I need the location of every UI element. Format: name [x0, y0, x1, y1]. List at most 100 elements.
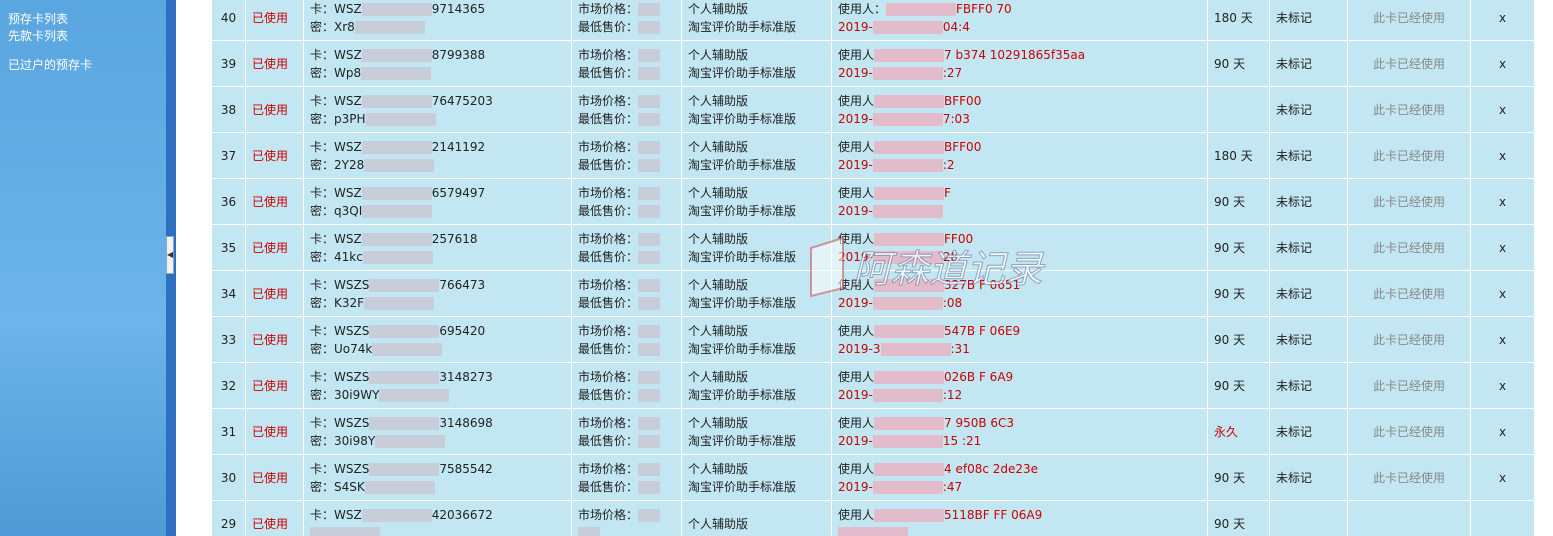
row-id: 38 [211, 86, 246, 133]
user-label: 使用人 [838, 139, 875, 154]
user-id: 026B F 6A9 [944, 369, 1014, 384]
used-status [1347, 500, 1471, 536]
delete-button[interactable]: x [1470, 362, 1535, 409]
user-label: 使用人 [838, 369, 875, 384]
delete-button[interactable] [1470, 500, 1535, 536]
product-edition: 个人辅助版 [688, 139, 749, 154]
min-price-label: 最低售价： [578, 203, 639, 218]
card-number-prefix: 卡：WSZS [310, 461, 370, 476]
card-password: 密：Xr8 [310, 19, 355, 34]
use-date: 2019-3 [838, 341, 881, 356]
user-info: 使用人 BFF00 2019- 7:03 [831, 86, 1208, 133]
use-date: 2019- [838, 387, 873, 402]
user-info: 使用人 FF00 2019- 28 [831, 224, 1208, 271]
mark-status: 未标记 [1269, 178, 1348, 225]
nav-item-transferred-cards[interactable]: 已过户的预存卡 [0, 51, 166, 80]
status-badge: 已使用 [245, 40, 304, 87]
row-id: 32 [211, 362, 246, 409]
collapse-arrow-icon[interactable]: ◀ [166, 236, 174, 274]
use-time: :12 [942, 387, 963, 402]
use-time: 15 :21 [942, 433, 982, 448]
table-row: 33 已使用 卡：WSZS 695420 密：Uo74k 市场价格： 最低售价： 个人辅助版淘… [211, 316, 1535, 363]
user-label: 使用人 [838, 47, 875, 62]
product-name: 淘宝评价助手标准版 [688, 157, 797, 172]
card-info: 卡：WSZ 6579497 密：q3QI [303, 178, 572, 225]
card-number-suffix: 9714365 [431, 1, 486, 16]
status-badge: 已使用 [245, 500, 304, 536]
delete-button[interactable]: x [1470, 316, 1535, 363]
duration: 90 天 [1207, 362, 1270, 409]
user-label: 使用人 [838, 185, 875, 200]
use-date: 2019- [838, 249, 873, 264]
delete-button[interactable]: x [1470, 40, 1535, 87]
mark-status: 未标记 [1269, 40, 1348, 87]
market-price-label: 市场价格： [578, 415, 639, 430]
use-time: :2 [942, 157, 955, 172]
user-label: 使用人 [838, 507, 875, 522]
product-info: 个人辅助版 淘宝评价助手标准版 [681, 454, 832, 501]
market-price-label: 市场价格： [578, 277, 639, 292]
user-label: 使用人 [838, 277, 875, 292]
mark-status: 未标记 [1269, 224, 1348, 271]
user-label: 使用人 [838, 415, 875, 430]
card-number-suffix: 2141192 [431, 139, 486, 154]
delete-button[interactable]: x [1470, 86, 1535, 133]
duration: 90 天 [1207, 500, 1270, 536]
product-info: 个人辅助版 淘宝评价助手标准版 [681, 40, 832, 87]
user-id: 547B F 06E9 [944, 323, 1021, 338]
use-time: :27 [942, 65, 963, 80]
row-id: 30 [211, 454, 246, 501]
delete-button[interactable]: x [1470, 454, 1535, 501]
product-edition: 个人辅助版 [688, 93, 749, 108]
product-edition: 个人辅助版 [688, 461, 749, 476]
user-info: 使用人 F 2019- [831, 178, 1208, 225]
used-status: 此卡已经使用 [1347, 316, 1471, 363]
min-price-label: 最低售价： [578, 295, 639, 310]
row-id: 37 [211, 132, 246, 179]
product-name: 淘宝评价助手标准版 [688, 111, 797, 126]
product-name: 淘宝评价助手标准版 [688, 295, 797, 310]
use-date: 2019- [838, 65, 873, 80]
product-info: 个人辅助版 淘宝评价助手标准版 [681, 0, 832, 41]
price-info: 市场价格： 最低售价： [571, 454, 682, 501]
product-edition: 个人辅助版 [688, 47, 749, 62]
card-password: 密：Uo74k [310, 341, 373, 356]
user-info: 使用人 4 ef08c 2de23e 2019-:47 [831, 454, 1208, 501]
min-price-label: 最低售价： [578, 479, 639, 494]
price-info: 市场价格： 最低售价： [571, 270, 682, 317]
used-status: 此卡已经使用 [1347, 86, 1471, 133]
delete-button[interactable]: x [1470, 178, 1535, 225]
card-number-suffix: 42036672 [431, 507, 493, 522]
user-info: 使用人： FBFF0 70 2019- 04:4 [831, 0, 1208, 41]
nav-item-advance-cards[interactable]: 先款卡列表 [0, 22, 166, 51]
user-id: FBFF0 70 [956, 1, 1012, 16]
price-info: 市场价格： 最低售价： [571, 362, 682, 409]
nav-item-prepaid-cards[interactable]: 预存卡列表 [0, 0, 166, 26]
price-info: 市场价格： 最低售价： [571, 86, 682, 133]
market-price-label: 市场价格： [578, 461, 639, 476]
product-edition: 个人辅助版 [688, 185, 749, 200]
card-info: 卡：WSZ 42036672 [303, 500, 572, 536]
product-info: 个人辅助版 [681, 500, 832, 536]
used-status: 此卡已经使用 [1347, 40, 1471, 87]
used-status: 此卡已经使用 [1347, 362, 1471, 409]
min-price-label: 最低售价： [578, 65, 639, 80]
use-date: 2019- [838, 111, 873, 126]
used-status: 此卡已经使用 [1347, 454, 1471, 501]
table-row: 36 已使用 卡：WSZ 6579497 密：q3QI 市场价格： 最低售价： 个人辅助版 淘宝… [211, 178, 1535, 225]
product-info: 个人辅助版 淘宝评价助手标准版 [681, 178, 832, 225]
card-info: 卡：WSZ 9714365 密：Xr8 [303, 0, 572, 41]
delete-button[interactable]: x [1470, 132, 1535, 179]
delete-button[interactable]: x [1470, 224, 1535, 271]
card-info: 卡：WSZ 257618 密：41kc [303, 224, 572, 271]
use-date: 2019- [838, 157, 873, 172]
product-info: 个人辅助版淘宝评价助手标准版 [681, 86, 832, 133]
card-info: 卡：WSZ 76475203 密：p3PH [303, 86, 572, 133]
delete-button[interactable]: x [1470, 0, 1535, 41]
delete-button[interactable]: x [1470, 270, 1535, 317]
user-label: 使用人 [838, 461, 875, 476]
duration: 180 天 [1207, 0, 1270, 41]
delete-button[interactable]: x [1470, 408, 1535, 455]
table-row: 40 已使用 卡：WSZ 9714365 密：Xr8 市场价格： 最低售价： 个人辅助版 淘宝评… [211, 0, 1535, 41]
user-id: 5118BF FF 06A9 [944, 507, 1043, 522]
